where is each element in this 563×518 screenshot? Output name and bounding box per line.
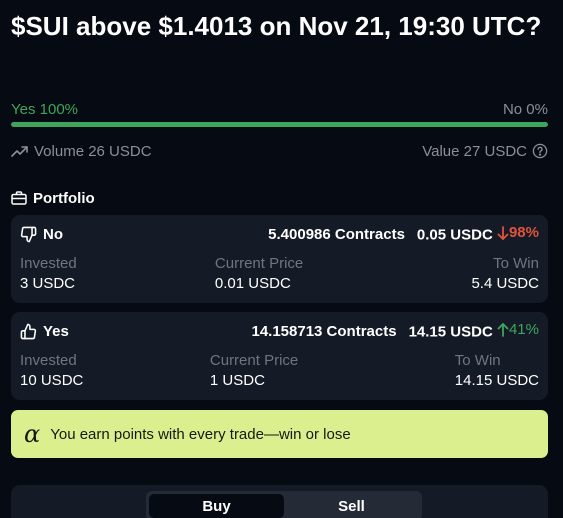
current-price-value: 1 USDC [209,372,265,389]
current-price-value: 0.01 USDC [214,275,291,292]
trade-panel: Buy Sell [11,485,548,518]
current-price-label: Current Price [214,255,304,272]
odds-bar-fill [11,122,548,127]
volume-label: Volume 26 USDC [34,142,152,160]
position-side: No [20,226,63,243]
no-odds-label: No 0% [502,100,548,118]
thumbs-up-icon [20,323,37,340]
current-price-column: Current Price 1 USDC [210,352,298,389]
volume-stat: Volume 26 USDC [11,143,152,160]
help-circle-icon[interactable] [532,143,548,159]
points-banner-text: You earn points with every trade—win or … [50,425,351,443]
trending-up-icon [11,144,29,158]
invested-value: 10 USDC [20,372,84,389]
tab-buy[interactable]: Buy [149,494,284,518]
odds-row: Yes 100% No 0% [11,99,548,119]
invested-label: Invested [20,352,77,369]
arrow-down-icon [497,225,509,240]
to-win-label: To Win [454,352,501,369]
to-win-value: 5.4 USDC [471,275,539,292]
position-header: No 5.400986 Contracts 0.05 USDC 98% [20,224,539,244]
trade-tabs: Buy Sell [146,491,422,518]
position-change: 98% [497,224,539,241]
briefcase-icon [11,191,27,205]
portfolio-title: Portfolio [33,189,95,207]
position-side-label: No [43,225,63,243]
market-title: $SUI above $1.4013 on Nov 21, 19:30 UTC? [11,11,542,41]
invested-value: 3 USDC [20,275,76,292]
invested-column: Invested 10 USDC [20,352,83,389]
thumbs-down-icon [20,226,37,243]
to-win-column: To Win 14.15 USDC [455,352,539,389]
invested-column: Invested 3 USDC [20,255,77,292]
alpha-icon: α [24,420,41,448]
position-side: Yes [20,323,69,340]
position-value: 14.15 USDC 41% [409,321,539,341]
arrow-up-icon [497,322,509,337]
position-side-label: Yes [43,322,69,340]
position-details: Invested 10 USDC Current Price 1 USDC To… [20,352,539,389]
points-banner: α You earn points with every trade—win o… [11,410,548,458]
to-win-label: To Win [493,255,539,272]
to-win-value: 14.15 USDC [454,372,539,389]
invested-label: Invested [20,255,77,272]
position-change: 41% [497,321,539,338]
position-value-amount: 0.05 USDC [416,226,493,244]
position-card-yes[interactable]: Yes 14.158713 Contracts 14.15 USDC 41% I… [11,312,548,400]
position-header: Yes 14.158713 Contracts 14.15 USDC 41% [20,321,539,341]
value-stat: Value 27 USDC [422,143,548,160]
position-value: 0.05 USDC 98% [417,224,539,244]
yes-odds-label: Yes 100% [11,100,79,118]
odds-bar [11,122,548,127]
position-change-value: 98% [508,224,539,242]
position-card-no[interactable]: No 5.400986 Contracts 0.05 USDC 98% Inve… [11,215,548,303]
tab-sell[interactable]: Sell [284,494,419,518]
position-contracts: 14.158713 Contracts [251,322,397,340]
position-contracts: 5.400986 Contracts [268,225,405,243]
current-price-label: Current Price [209,352,299,369]
current-price-column: Current Price 0.01 USDC [215,255,303,292]
portfolio-heading: Portfolio [11,188,95,208]
position-details: Invested 3 USDC Current Price 0.01 USDC … [20,255,539,292]
position-value-amount: 14.15 USDC [408,323,493,341]
to-win-column: To Win 5.4 USDC [471,255,539,292]
value-label: Value 27 USDC [422,142,527,160]
position-change-value: 41% [508,321,539,339]
market-stats: Volume 26 USDC Value 27 USDC [11,141,548,161]
